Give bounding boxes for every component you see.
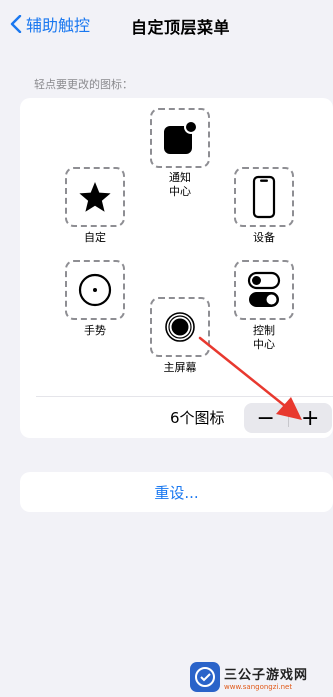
navigation-bar: 辅助触控 自定顶层菜单 bbox=[0, 0, 333, 52]
notification-center-icon bbox=[164, 120, 198, 154]
watermark-logo-icon bbox=[190, 662, 220, 692]
slot-label-notification: 通知 中心 bbox=[169, 171, 191, 198]
page-title: 自定顶层菜单 bbox=[130, 18, 230, 37]
watermark-name: 三公子游戏网 bbox=[224, 667, 309, 683]
slot-custom[interactable] bbox=[65, 167, 125, 227]
slot-notification-center[interactable] bbox=[150, 108, 210, 168]
iphone-icon bbox=[252, 175, 276, 219]
slot-label-custom: 自定 bbox=[84, 231, 106, 244]
reset-button[interactable]: 重设... bbox=[20, 472, 333, 512]
section-label: 轻点要更改的图标： bbox=[34, 78, 133, 91]
slot-label-device: 设备 bbox=[253, 231, 275, 244]
annotation-arrow bbox=[198, 336, 302, 420]
watermark: 三公子游戏网 www.sangongzi.net bbox=[190, 662, 308, 692]
gesture-circle-icon bbox=[78, 273, 112, 307]
slot-label-gesture: 手势 bbox=[84, 324, 106, 337]
control-center-toggles-icon bbox=[247, 271, 281, 307]
slot-gesture[interactable] bbox=[65, 260, 125, 320]
star-icon bbox=[79, 182, 111, 212]
watermark-url: www.sangongzi.net bbox=[224, 682, 293, 691]
slot-control-center[interactable] bbox=[234, 260, 294, 320]
slot-device[interactable] bbox=[234, 167, 294, 227]
